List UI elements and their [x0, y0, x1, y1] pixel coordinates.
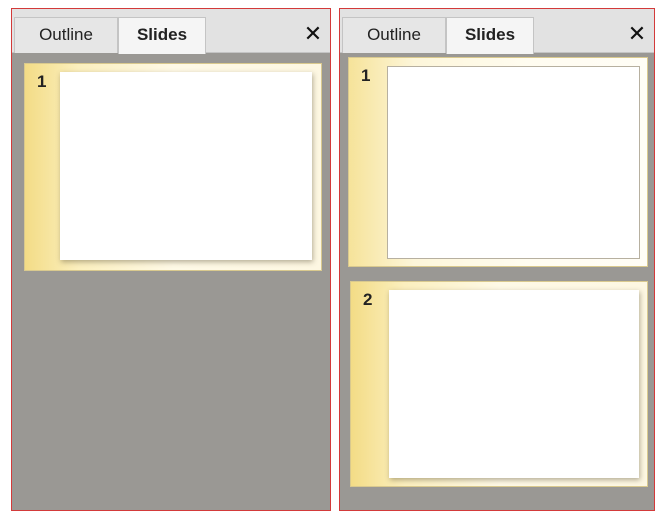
slides-pane-right: Outline Slides ✕ 1 2	[339, 8, 655, 511]
slide-number: 2	[363, 290, 373, 309]
slide-thumbnail-1[interactable]: 1	[348, 57, 648, 267]
slide-preview	[389, 290, 639, 478]
slide-thumbnail-1[interactable]: 1	[24, 63, 322, 271]
slides-pane-left: Outline Slides ✕ 1	[11, 8, 331, 511]
pane-tab-bar: Outline Slides ✕	[12, 9, 330, 54]
slide-thumbnail-2[interactable]: 2	[350, 281, 648, 487]
tab-outline[interactable]: Outline	[342, 17, 446, 53]
slide-preview	[387, 66, 640, 259]
tab-outline[interactable]: Outline	[14, 17, 118, 53]
close-icon[interactable]: ✕	[302, 19, 324, 49]
tab-slides[interactable]: Slides	[118, 17, 206, 54]
slide-preview	[60, 72, 312, 260]
pane-tab-bar: Outline Slides ✕	[340, 9, 654, 54]
slide-number: 1	[361, 66, 371, 85]
slide-number: 1	[37, 72, 47, 91]
tab-slides[interactable]: Slides	[446, 17, 534, 54]
close-icon[interactable]: ✕	[626, 19, 648, 49]
